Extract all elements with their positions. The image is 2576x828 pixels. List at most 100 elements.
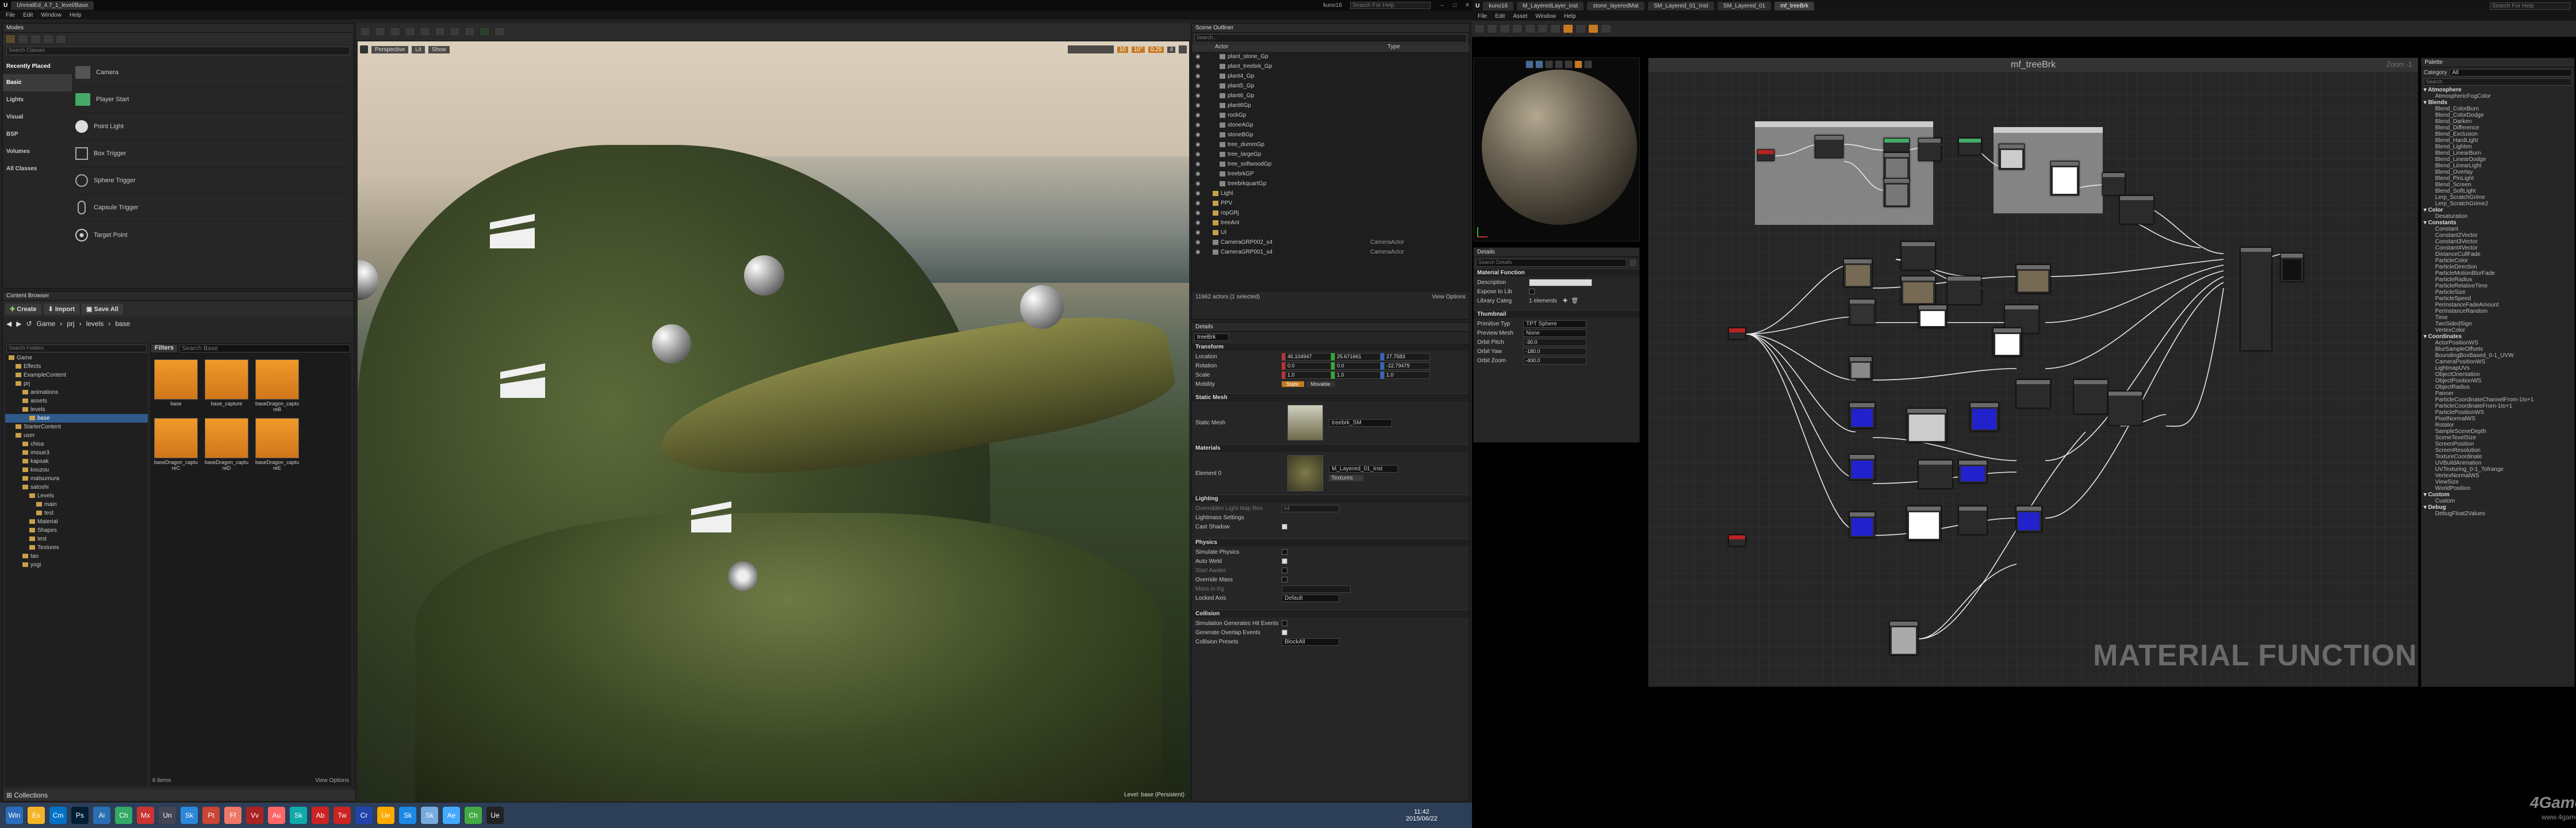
palette-tab[interactable]: Palette: [2421, 58, 2574, 67]
right-help-search[interactable]: Search For Help: [2490, 2, 2570, 10]
location-z[interactable]: 27.7583: [1384, 352, 1430, 361]
transform-section[interactable]: Transform: [1192, 343, 1469, 351]
stats-icon[interactable]: [1601, 24, 1611, 33]
scene-outliner-tab[interactable]: Scene Outliner: [1192, 24, 1469, 33]
outliner-row[interactable]: ◉ tree_softwoodGp: [1192, 159, 1469, 169]
material-node[interactable]: [1884, 178, 1910, 207]
camera-speed-value[interactable]: 4: [1167, 46, 1175, 53]
category-volumes[interactable]: Volumes: [3, 143, 72, 160]
menu-window[interactable]: Window: [1535, 13, 1556, 20]
taskbar-app-icon[interactable]: Ps: [71, 807, 89, 824]
palette-item[interactable]: Time: [2424, 315, 2572, 321]
orbit-pitch-field[interactable]: -30.0: [1523, 338, 1586, 346]
palette-item[interactable]: ParticleDirection: [2424, 264, 2572, 270]
live-update-icon[interactable]: [1588, 24, 1598, 33]
folder-tree-item[interactable]: Textures: [5, 543, 148, 552]
scale-x[interactable]: 1.0: [1285, 371, 1331, 379]
taskbar-app-icon[interactable]: Sk: [181, 807, 198, 824]
palette-item[interactable]: DebugFloat2Values: [2424, 511, 2572, 517]
folder-tree-item[interactable]: main: [5, 500, 148, 509]
actor-name-field[interactable]: treeBrk: [1194, 334, 1229, 341]
menu-window[interactable]: Window: [41, 12, 62, 18]
palette-item[interactable]: Desaturation: [2424, 213, 2572, 220]
lit-button[interactable]: Lit: [412, 45, 425, 53]
material-node[interactable]: [1999, 144, 2025, 170]
place-item-player-start[interactable]: Player Start: [75, 86, 346, 113]
palette-category[interactable]: ▾ Custom: [2424, 492, 2572, 498]
transform-tools[interactable]: [1067, 45, 1114, 53]
orbit-zoom-field[interactable]: -400.0: [1523, 356, 1586, 365]
taskbar-app-icon[interactable]: Ch: [465, 807, 482, 824]
palette-item[interactable]: Lerp_ScratchGrime: [2424, 194, 2572, 201]
start-awake-checkbox[interactable]: [1282, 568, 1287, 573]
material-node[interactable]: [1849, 299, 1875, 325]
menu-edit[interactable]: Edit: [23, 12, 33, 18]
palette-item[interactable]: Blend_Difference: [2424, 125, 2572, 131]
editor-tab-5[interactable]: mf_treeBrk: [1774, 1, 1815, 10]
orbit-yaw-field[interactable]: -180.0: [1523, 347, 1586, 355]
taskbar-app-icon[interactable]: Ff: [224, 807, 241, 824]
visibility-eye-icon[interactable]: ◉: [1195, 179, 1209, 189]
taskbar-app-icon[interactable]: Un: [159, 807, 176, 824]
grid-snap-value[interactable]: 10: [1117, 46, 1128, 53]
palette-item[interactable]: ViewSize: [2424, 479, 2572, 485]
visibility-eye-icon[interactable]: ◉: [1195, 81, 1209, 91]
place-mode-icon[interactable]: [5, 34, 16, 44]
level-tab[interactable]: UnrealEd_4.7_1_level/Base: [11, 1, 94, 10]
visibility-eye-icon[interactable]: ◉: [1195, 198, 1209, 208]
palette-category[interactable]: ▾ Blends: [2424, 99, 2572, 106]
visibility-eye-icon[interactable]: ◉: [1195, 189, 1209, 198]
save-all-button[interactable]: ▣ Save All: [82, 303, 123, 315]
connectors-icon[interactable]: [1550, 24, 1561, 33]
visibility-eye-icon[interactable]: ◉: [1195, 237, 1209, 247]
taskbar-app-icon[interactable]: Ae: [443, 807, 460, 824]
palette-item[interactable]: PerInstanceFadeAmount: [2424, 302, 2572, 308]
place-item-box-trigger[interactable]: Box Trigger: [75, 140, 346, 167]
palette-item[interactable]: Panner: [2424, 390, 2572, 397]
asset-tile[interactable]: baseDragon_captureD: [204, 418, 249, 471]
static-mesh-dropdown[interactable]: treebrk_SM: [1329, 419, 1392, 427]
material-node[interactable]: [1815, 135, 1843, 158]
collision-section[interactable]: Collision: [1192, 610, 1469, 618]
view-options-icon[interactable]: [1629, 259, 1637, 267]
palette-item[interactable]: PixelNormalWS: [2424, 416, 2572, 422]
cube-icon[interactable]: [1555, 60, 1563, 68]
palette-item[interactable]: ParticleColor: [2424, 258, 2572, 264]
menu-file[interactable]: File: [1478, 13, 1487, 20]
outliner-row[interactable]: ◉ plant_treebrk_Gp: [1192, 62, 1469, 71]
folder-tree-item[interactable]: Effects: [5, 362, 148, 371]
editor-tab-3[interactable]: SM_Layered_01_Inst: [1647, 1, 1714, 10]
asset-tile[interactable]: baseDragon_captureC: [154, 418, 198, 471]
minimize-button[interactable]: –: [1438, 2, 1447, 9]
content-browser-tab[interactable]: Content Browser: [3, 292, 354, 301]
material-node[interactable]: [1970, 402, 1999, 431]
material-node[interactable]: [1958, 506, 1987, 535]
palette-item[interactable]: Rotator: [2424, 422, 2572, 428]
visibility-eye-icon[interactable]: ◉: [1195, 169, 1209, 179]
collections-bar[interactable]: ⊞ Collections: [3, 789, 355, 801]
save-level-icon[interactable]: [360, 27, 370, 36]
palette-category[interactable]: ▾ Debug: [2424, 504, 2572, 511]
actor-column-header[interactable]: Actor: [1215, 44, 1387, 52]
visibility-eye-icon[interactable]: ◉: [1195, 228, 1209, 237]
material-node[interactable]: [2016, 264, 2050, 293]
taskbar-app-icon[interactable]: Ue: [377, 807, 394, 824]
palette-item[interactable]: ParticleRelativeTime: [2424, 283, 2572, 289]
sim-hit-events-checkbox[interactable]: [1282, 620, 1287, 626]
perspective-button[interactable]: Perspective: [371, 45, 409, 53]
palette-item[interactable]: SceneTexelSize: [2424, 435, 2572, 441]
material-node[interactable]: [1884, 152, 1910, 181]
editor-tab-0[interactable]: kuno16: [1483, 1, 1514, 10]
maximize-button[interactable]: □: [1450, 2, 1459, 9]
maximize-viewport-icon[interactable]: [1179, 45, 1187, 53]
material-node[interactable]: [1884, 138, 1910, 152]
outliner-row[interactable]: ◉ CameraGRP002_s4 CameraActor: [1192, 237, 1469, 247]
taskbar-app-icon[interactable]: Mx: [137, 807, 154, 824]
matinee-icon[interactable]: [450, 27, 460, 36]
add-element-icon[interactable]: ✚: [1563, 298, 1567, 304]
lighting-section[interactable]: Lighting: [1192, 494, 1469, 503]
viewport-options-button[interactable]: [360, 45, 368, 53]
material-node[interactable]: [2280, 253, 2303, 282]
outliner-row[interactable]: ◉ stoneAGp: [1192, 120, 1469, 130]
folder-tree-item[interactable]: Levels: [5, 492, 148, 500]
